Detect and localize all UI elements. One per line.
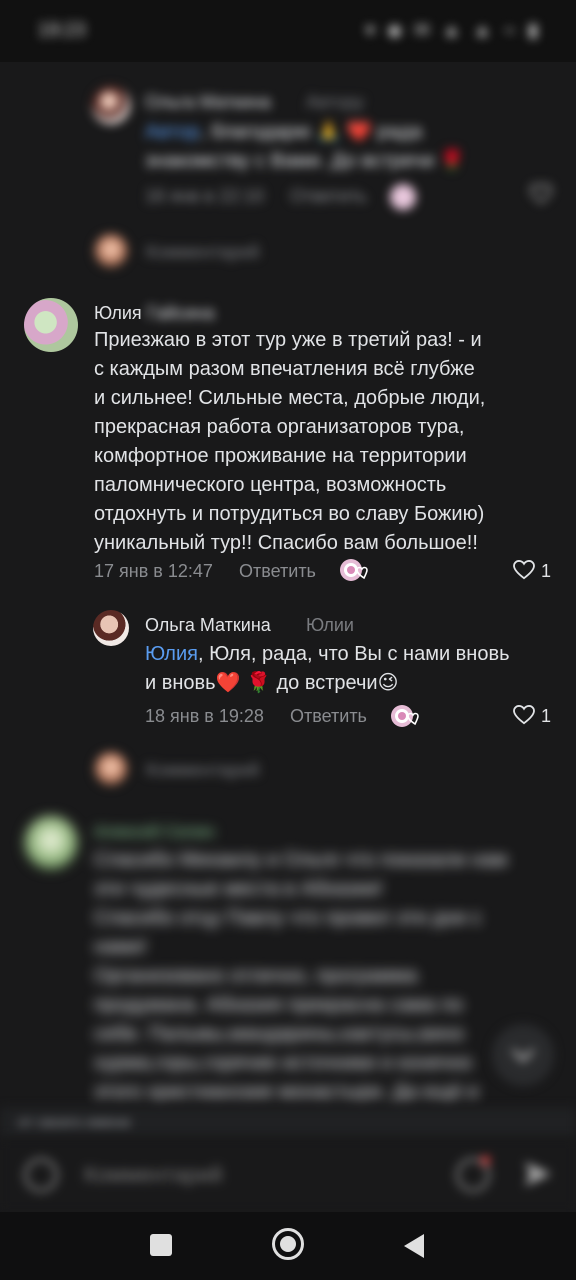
reply-input-placeholder[interactable]: Комментарий: [146, 760, 259, 781]
text-line: и вновь❤️ 🌹 до встречи😉: [145, 672, 399, 694]
text-line: Спасибо Михаилу и Ольге что показали нам: [94, 849, 508, 871]
text-line: хурма,горы,горячие источники и конечно: [94, 1052, 473, 1074]
comment-date: 17 янв в 12:47: [94, 561, 213, 581]
reaction-icon[interactable]: [389, 702, 423, 730]
like-icon[interactable]: [530, 184, 552, 204]
like-icon[interactable]: [513, 560, 535, 580]
text-line: Организовано отлично, программа: [94, 965, 418, 987]
reply-reply-button[interactable]: Ответить: [290, 706, 367, 727]
avatar[interactable]: [24, 816, 78, 870]
text-line: Спасибо отцу Павлу что провел эти дни с: [94, 907, 482, 929]
text-line: продумана. Абхазия прекрасна сама по: [94, 994, 464, 1016]
author-first-name[interactable]: Юлия: [94, 303, 142, 323]
comment-author[interactable]: Юлия Гайсина: [94, 303, 215, 324]
comment-author[interactable]: Алексей Селин: [94, 822, 215, 842]
comment-text: Приезжаю в этот тур уже в третий раз! - …: [94, 326, 485, 558]
reply-author[interactable]: Ольга Маткина: [145, 615, 271, 636]
attach-icon[interactable]: [24, 1158, 58, 1192]
like-count: 1: [541, 706, 552, 726]
scroll-down-button[interactable]: [492, 1024, 554, 1086]
mention-link[interactable]: Автор: [145, 121, 200, 143]
avatar: [94, 752, 128, 786]
text-line: уникальный тур!! Спасибо вам большое!!: [94, 532, 478, 554]
reply-text: Юлия, Юля, рада, что Вы с нами вновь и в…: [145, 640, 510, 698]
avatar[interactable]: [92, 86, 130, 124]
text-line: , благодарю 🙏 ❤️ рада: [199, 121, 423, 143]
reply-to: Юлии: [306, 615, 354, 635]
avatar: [94, 234, 128, 268]
comment-input[interactable]: Комментарий: [84, 1162, 223, 1188]
text-line: эти чудесные места в Абхазии!: [94, 878, 383, 900]
like-icon[interactable]: [513, 705, 535, 725]
avatar[interactable]: [93, 610, 129, 646]
status-time: 19:23: [38, 20, 86, 41]
text-line: знакомству с Вами. До встречи 🌹: [145, 150, 465, 172]
status-bar: 19:23 ▾ ◆ ✉ ▲ ▲ ⌁ ▮: [0, 0, 576, 62]
comment-reply-button[interactable]: Ответить: [239, 561, 316, 582]
reply-date: 18 янв в 19:28: [145, 706, 264, 726]
text-line: комфортное проживание на территории: [94, 445, 467, 467]
text-line: отдохнуть и потрудиться во славу Божию): [94, 503, 485, 525]
like-count: 1: [541, 561, 552, 581]
reply-target-label: от своего имени: [18, 1114, 131, 1131]
send-icon[interactable]: [522, 1158, 554, 1190]
back-button[interactable]: [404, 1234, 424, 1258]
text-line: и сильнее! Сильные места, добрые люди,: [94, 387, 486, 409]
comment-text: Спасибо Михаилу и Ольге что показали нам…: [94, 846, 544, 1107]
reply-input-placeholder[interactable]: Комментарий: [146, 242, 259, 263]
reaction-icon[interactable]: [390, 184, 416, 210]
text-line: паломнического центра, возможность: [94, 474, 447, 496]
home-icon: [280, 1236, 296, 1252]
recent-apps-button[interactable]: [150, 1234, 172, 1256]
top-reply-text: Автор, благодарю 🙏 ❤️ рада знакомству с …: [145, 118, 465, 176]
avatar[interactable]: [24, 298, 78, 352]
chevron-down-icon: [511, 1048, 535, 1063]
status-icons: ▾ ◆ ✉ ▲ ▲ ⌁ ▮: [365, 20, 542, 40]
notification-dot: [481, 1156, 490, 1165]
mention-link[interactable]: Юлия: [145, 643, 198, 665]
text-line: прекрасная работа организаторов тура,: [94, 416, 465, 438]
text-line: себе. Пальмы,мандарины,кактусы,вино: [94, 1023, 464, 1045]
text-line: этого христианские монастыри. Да ещё и: [94, 1081, 479, 1103]
top-reply-date: 16 янв в 22:10: [145, 186, 264, 206]
reaction-icon[interactable]: [338, 556, 372, 584]
top-reply-to: Автору: [306, 92, 365, 112]
reply-target-bar[interactable]: от своего имени: [0, 1108, 576, 1138]
top-reply-author[interactable]: Ольга Маткина: [145, 92, 271, 113]
text-line: нами!: [94, 936, 147, 958]
comment-input-bar: Комментарий: [0, 1138, 576, 1212]
text-line: , Юля, рада, что Вы с нами вновь: [197, 643, 510, 665]
text-line: с каждым разом впечатления всё глубже: [94, 358, 475, 380]
text-line: Приезжаю в этот тур уже в третий раз! - …: [94, 329, 482, 351]
top-reply-reply-button[interactable]: Ответить: [290, 186, 367, 207]
author-last-name[interactable]: Гайсина: [147, 303, 215, 324]
